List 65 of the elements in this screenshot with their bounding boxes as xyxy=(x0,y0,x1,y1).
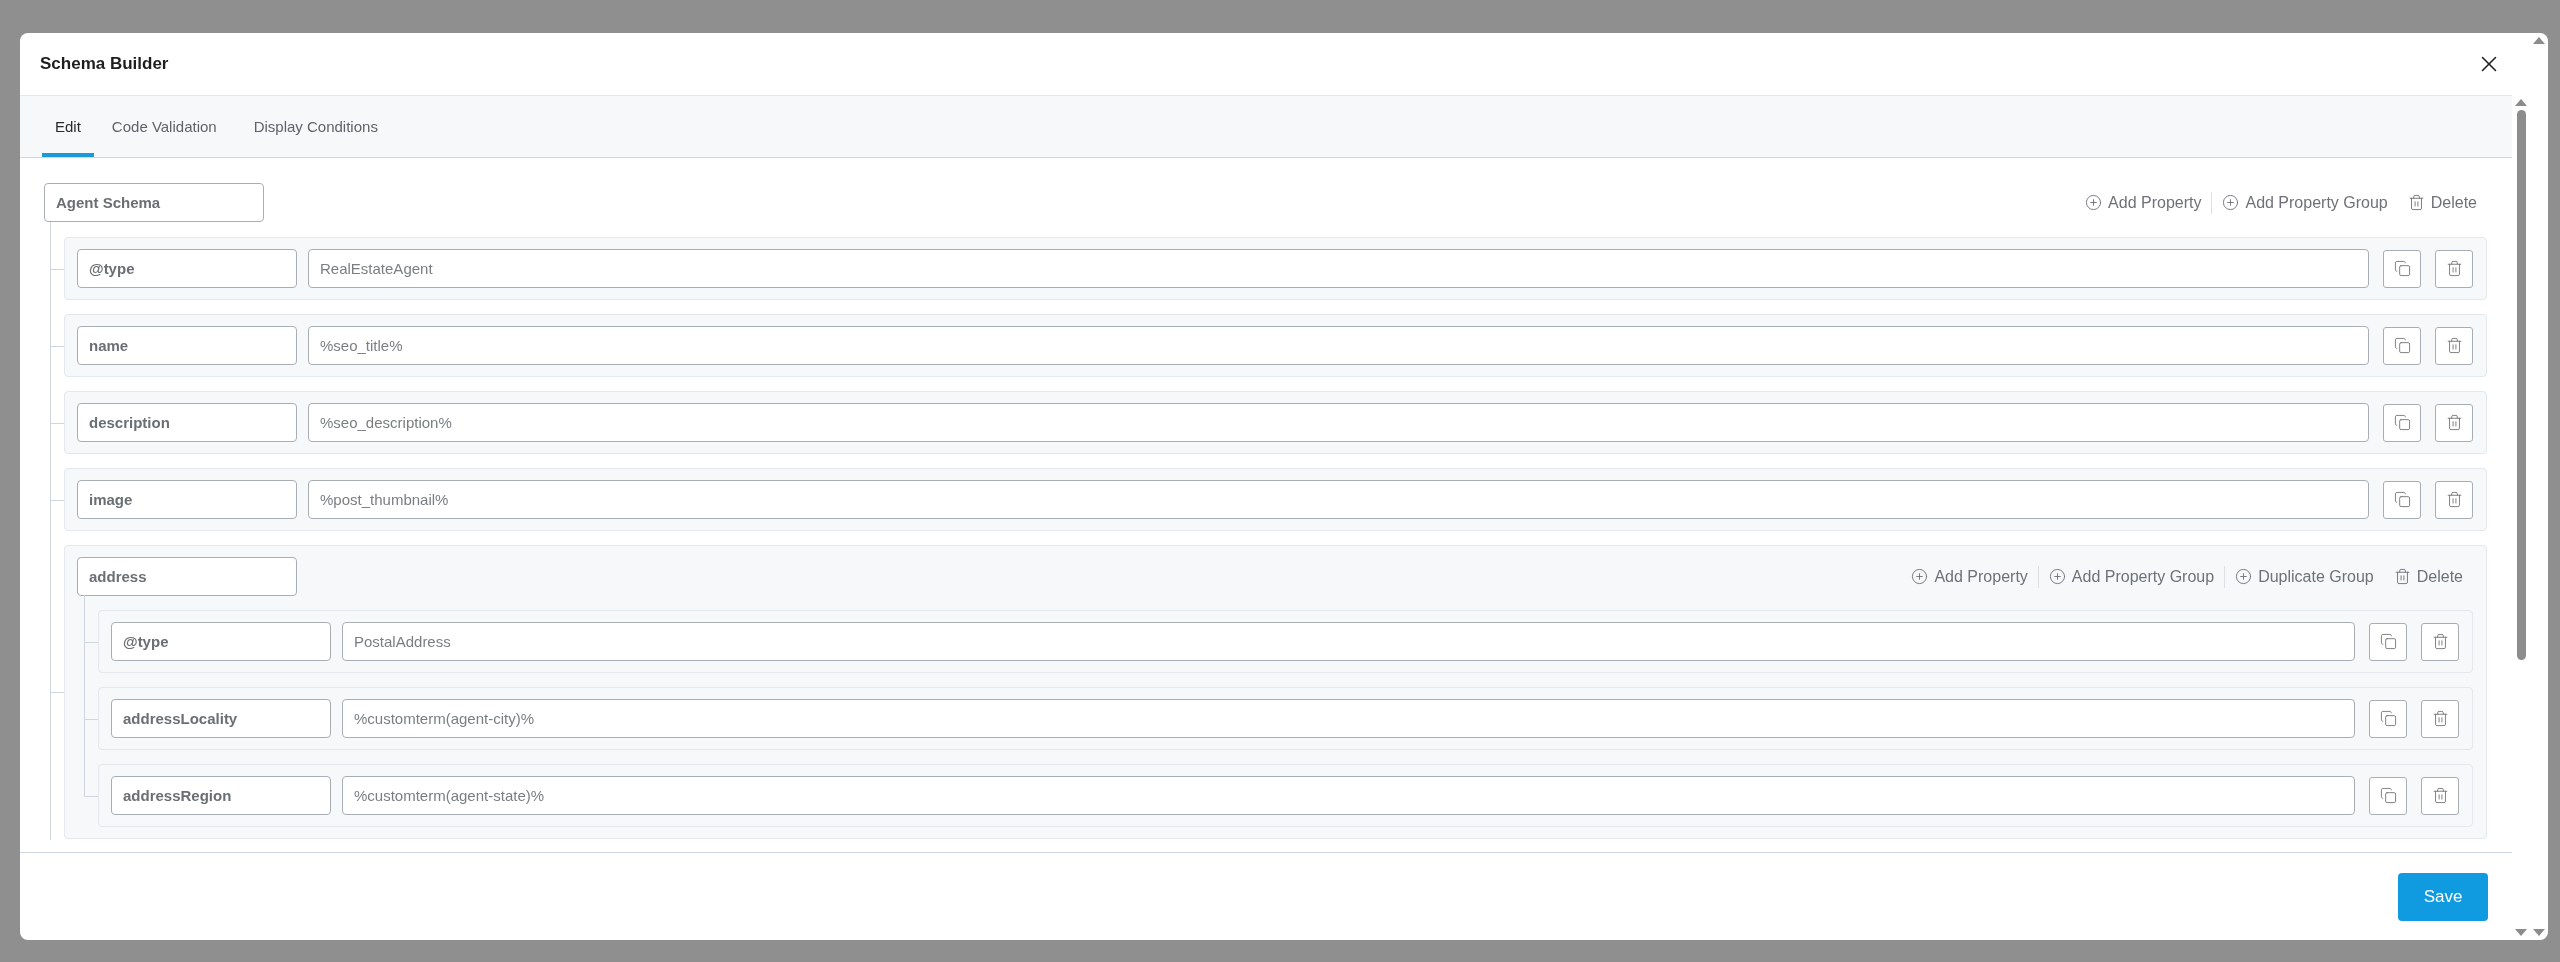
plus-circle-icon xyxy=(2085,194,2103,211)
trash-icon xyxy=(2431,787,2449,804)
remove-button[interactable] xyxy=(2435,480,2473,519)
copy-icon xyxy=(2379,633,2397,650)
delete-button[interactable]: Delete xyxy=(2383,567,2473,586)
duplicate-button[interactable] xyxy=(2383,480,2421,519)
remove-button[interactable] xyxy=(2421,622,2459,661)
group-name-field[interactable]: address xyxy=(77,557,297,596)
tab[interactable]: Edit xyxy=(42,96,94,157)
copy-icon xyxy=(2393,260,2411,277)
scrollbar[interactable] xyxy=(2532,37,2546,936)
trash-icon xyxy=(2445,260,2463,277)
remove-button[interactable] xyxy=(2421,776,2459,815)
value-field[interactable]: RealEstateAgent xyxy=(308,249,2369,288)
plus-circle-icon xyxy=(1911,568,1929,585)
duplicate-button[interactable] xyxy=(2369,776,2407,815)
value-field[interactable]: %seo_description% xyxy=(308,403,2369,442)
add-button[interactable]: Duplicate Group xyxy=(2225,567,2384,586)
add-button[interactable]: Add Property Group xyxy=(2038,567,2225,586)
copy-icon xyxy=(2393,414,2411,431)
trash-icon xyxy=(2393,568,2411,585)
copy-icon xyxy=(2393,337,2411,354)
duplicate-button[interactable] xyxy=(2383,249,2421,288)
key-field[interactable]: @type xyxy=(77,249,297,288)
key-field[interactable]: image xyxy=(77,480,297,519)
value-field[interactable]: %customterm(agent-city)% xyxy=(342,699,2355,738)
plus-circle-icon xyxy=(2235,568,2253,585)
plus-circle-icon xyxy=(2222,194,2240,211)
duplicate-button[interactable] xyxy=(2369,699,2407,738)
trash-icon xyxy=(2445,414,2463,431)
trash-icon xyxy=(2431,710,2449,727)
copy-icon xyxy=(2379,710,2397,727)
schema-name-field[interactable]: Agent Schema xyxy=(44,183,264,222)
remove-button[interactable] xyxy=(2435,403,2473,442)
remove-button[interactable] xyxy=(2421,699,2459,738)
save-button[interactable]: Save xyxy=(2398,872,2488,921)
add-button[interactable]: Add Property xyxy=(1901,567,2038,586)
value-field[interactable]: %seo_title% xyxy=(308,326,2369,365)
trash-icon xyxy=(2445,337,2463,354)
trash-icon xyxy=(2431,633,2449,650)
add-button[interactable]: Add Property xyxy=(2075,193,2212,212)
key-field[interactable]: addressRegion xyxy=(111,776,331,815)
remove-button[interactable] xyxy=(2435,249,2473,288)
value-field[interactable]: PostalAddress xyxy=(342,622,2355,661)
add-button[interactable]: Add Property Group xyxy=(2212,193,2398,212)
value-field[interactable]: %customterm(agent-state)% xyxy=(342,776,2355,815)
tab[interactable]: Code Validation xyxy=(98,96,230,157)
copy-icon xyxy=(2393,491,2411,508)
key-field[interactable]: description xyxy=(77,403,297,442)
copy-icon xyxy=(2379,787,2397,804)
key-field[interactable]: addressLocality xyxy=(111,699,331,738)
trash-icon xyxy=(2445,491,2463,508)
dialog-title: Schema Builder xyxy=(40,54,169,74)
duplicate-button[interactable] xyxy=(2383,403,2421,442)
plus-circle-icon xyxy=(2048,568,2066,585)
delete-button[interactable]: Delete xyxy=(2397,193,2487,212)
duplicate-button[interactable] xyxy=(2383,326,2421,365)
trash-icon xyxy=(2407,194,2425,211)
key-field[interactable]: name xyxy=(77,326,297,365)
value-field[interactable]: %post_thumbnail% xyxy=(308,480,2369,519)
duplicate-button[interactable] xyxy=(2369,622,2407,661)
scrollbar[interactable] xyxy=(2514,99,2528,936)
key-field[interactable]: @type xyxy=(111,622,331,661)
remove-button[interactable] xyxy=(2435,326,2473,365)
tab[interactable]: Display Conditions xyxy=(240,96,391,157)
